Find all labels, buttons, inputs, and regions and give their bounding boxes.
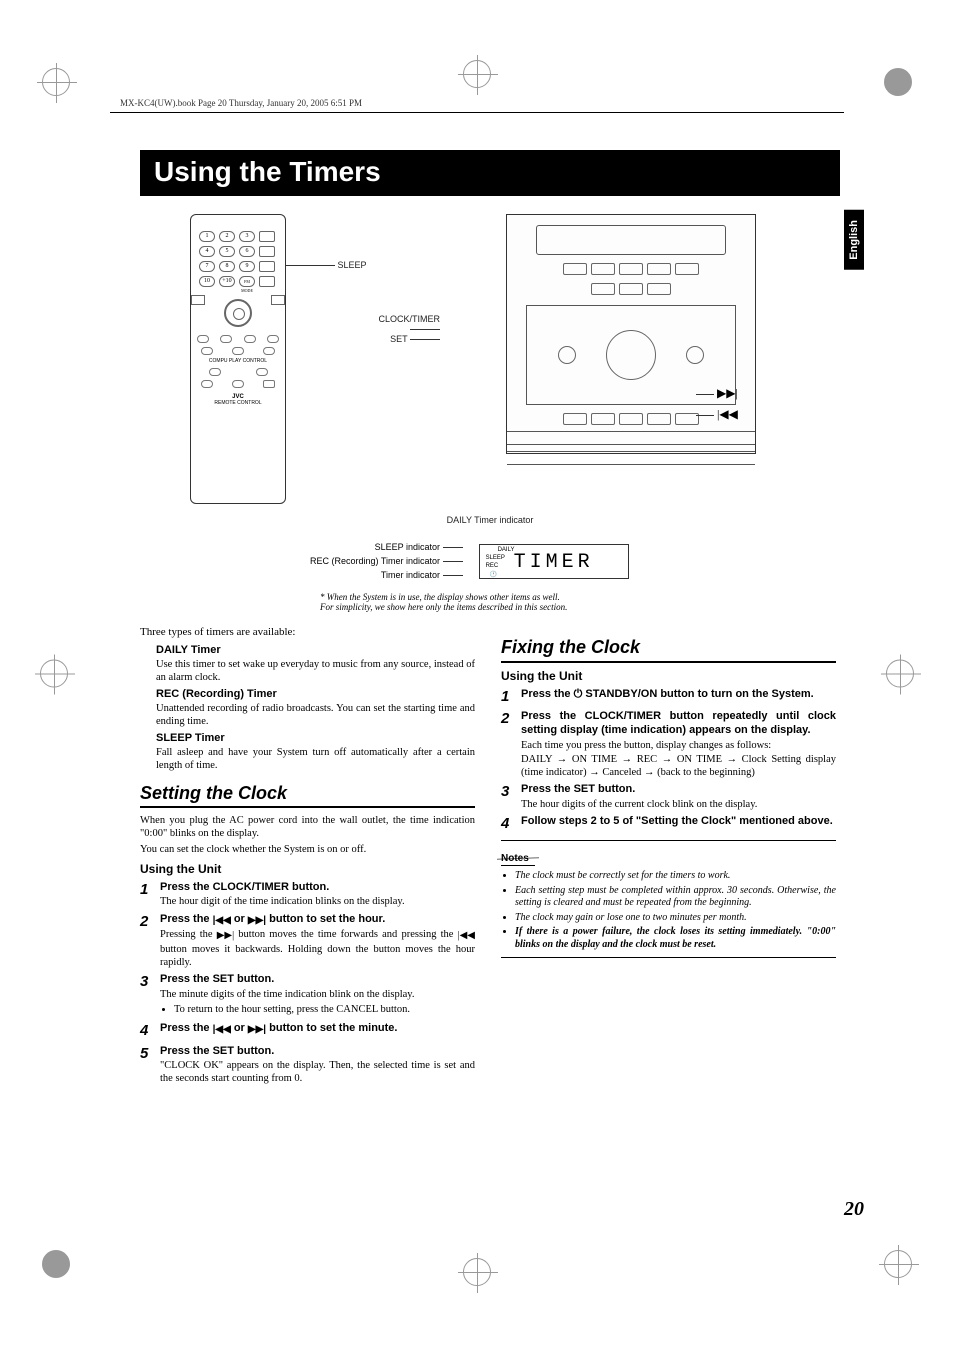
fixing-clock-heading: Fixing the Clock <box>501 636 836 663</box>
remote-control-label: REMOTE CONTROL <box>191 400 285 406</box>
using-unit-sub-2: Using the Unit <box>501 669 836 684</box>
daily-timer-desc: Use this timer to set wake up everyday t… <box>156 658 475 684</box>
power-icon: ⏻ <box>574 688 583 700</box>
rec-timer-label: REC (Recording) Timer <box>156 688 475 702</box>
skip-buttons-callout: ▶▶| |◀◀ <box>696 386 738 422</box>
fix-step3-desc: The hour digits of the current clock bli… <box>521 798 836 811</box>
rec-timer-desc: Unattended recording of radio broadcasts… <box>156 702 475 728</box>
note-bold: If there is a power failure, the clock l… <box>515 926 836 951</box>
step4-title: Press the |◀◀ or ▶▶| button to set the m… <box>160 1022 475 1037</box>
note-1: The clock must be correctly set for the … <box>515 870 836 883</box>
step1-desc: The hour digit of the time indication bl… <box>160 895 475 908</box>
setting-para2: You can set the clock whether the System… <box>140 843 475 856</box>
note-3: The clock may gain or lose one to two mi… <box>515 912 836 925</box>
step3-title: Press the SET button. <box>160 973 475 987</box>
fix-step4-title: Follow steps 2 to 5 of "Setting the Cloc… <box>521 815 836 829</box>
step3-bullet: To return to the hour setting, press the… <box>174 1003 475 1016</box>
fix-step2-title: Press the CLOCK/TIMER button repeatedly … <box>521 710 836 738</box>
page-title: Using the Timers <box>140 150 840 196</box>
sleep-indicator-label: SLEEP indicator <box>310 540 463 554</box>
sleep-timer-label: SLEEP Timer <box>156 732 475 746</box>
lcd-text: TIMER <box>514 551 608 574</box>
daily-indicator-label: DAILY Timer indicator <box>447 515 534 525</box>
step1-title: Press the CLOCK/TIMER button. <box>160 881 475 895</box>
timer-indicator-label: Timer indicator <box>310 568 463 582</box>
remote-control-figure: 123 456 789 10+10FM MODE COMPU PLAY CONT… <box>190 214 286 504</box>
step2-desc: Pressing the ▶▶| button moves the time f… <box>160 928 475 969</box>
fix-step3-title: Press the SET button. <box>521 783 836 797</box>
step3-desc: The minute digits of the time indication… <box>160 988 475 1001</box>
figure-footnote: * When the System is in use, the display… <box>320 592 740 612</box>
note-2: Each setting step must be completed with… <box>515 885 836 910</box>
lcd-display-figure: DAILY SLEEP REC 🕐 TIMER <box>479 544 629 579</box>
fix-step1-title: Press the ⏻ STANDBY/ON button to turn on… <box>521 688 836 702</box>
cpc-label: COMPU PLAY CONTROL <box>191 358 285 364</box>
skip-next-icon: ▶▶| <box>248 1024 266 1037</box>
book-header: MX-KC4(UW).book Page 20 Thursday, Januar… <box>120 98 362 108</box>
setting-clock-heading: Setting the Clock <box>140 782 475 809</box>
skip-prev-icon: |◀◀ <box>213 1024 231 1037</box>
using-unit-sub: Using the Unit <box>140 862 475 877</box>
sleep-key-icon <box>259 246 275 257</box>
skip-prev-icon: |◀◀ <box>213 915 231 928</box>
language-tab: English <box>844 210 864 270</box>
daily-timer-label: DAILY Timer <box>156 644 475 658</box>
setting-para1: When you plug the AC power cord into the… <box>140 814 475 840</box>
rec-indicator-label: REC (Recording) Timer indicator <box>310 554 463 568</box>
step2-title: Press the |◀◀ or ▶▶| button to set the h… <box>160 913 475 928</box>
page-number: 20 <box>844 1198 864 1221</box>
clock-timer-callout: CLOCK/TIMER SET <box>360 314 440 344</box>
header-rule <box>110 112 844 113</box>
sleep-timer-desc: Fall asleep and have your System turn of… <box>156 746 475 772</box>
notes-heading: Notes <box>501 853 535 867</box>
skip-next-icon: ▶▶| <box>248 915 266 928</box>
sleep-callout: SLEEP <box>285 260 367 270</box>
intro-text: Three types of timers are available: <box>140 626 475 640</box>
step5-title: Press the SET button. <box>160 1045 475 1059</box>
step5-desc: "CLOCK OK" appears on the display. Then,… <box>160 1059 475 1085</box>
fix-step2-seq: DAILY → ON TIME → REC → ON TIME → Clock … <box>521 753 836 779</box>
fix-step2-desc: Each time you press the button, display … <box>521 739 836 752</box>
